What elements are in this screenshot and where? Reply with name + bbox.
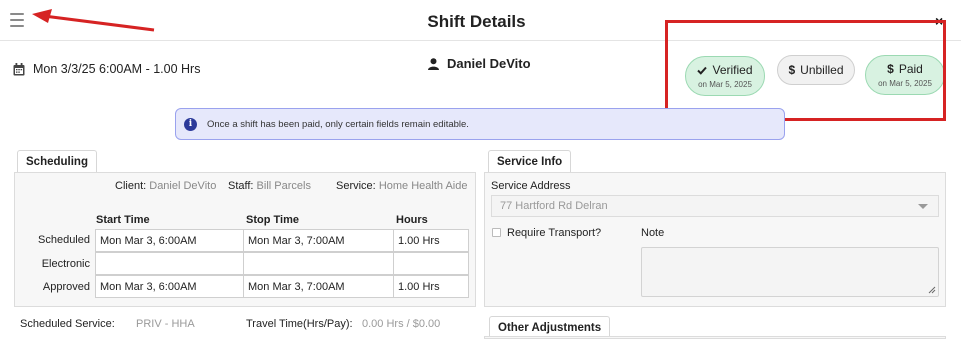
- client-name-text: Daniel DeVito: [447, 56, 531, 71]
- scheduled-hours-field[interactable]: 1.00 Hrs: [393, 229, 469, 252]
- require-transport-checkbox[interactable]: [492, 228, 501, 237]
- column-header-stop: Stop Time: [246, 214, 299, 226]
- shift-datetime-text: Mon 3/3/25 6:00AM - 1.00 Hrs: [33, 62, 201, 76]
- scheduled-stop-field[interactable]: Mon Mar 3, 7:00AM: [243, 229, 394, 252]
- note-textarea[interactable]: [641, 247, 939, 297]
- info-banner-text: Once a shift has been paid, only certain…: [207, 118, 469, 130]
- client-name: Daniel DeVito: [428, 56, 531, 71]
- column-header-hours: Hours: [396, 214, 428, 226]
- client-label: Client:: [115, 180, 147, 192]
- row-label-electronic: Electronic: [41, 258, 90, 270]
- electronic-start-field[interactable]: [95, 252, 244, 275]
- electronic-hours-field[interactable]: [393, 252, 469, 275]
- shift-datetime: Mon 3/3/25 6:00AM - 1.00 Hrs: [13, 62, 200, 76]
- client-value: Daniel DeVito: [149, 180, 217, 192]
- row-label-scheduled: Scheduled: [38, 234, 90, 246]
- electronic-stop-field[interactable]: [243, 252, 394, 275]
- note-label: Note: [641, 227, 665, 239]
- tab-service-info[interactable]: Service Info: [488, 150, 572, 173]
- tab-scheduling[interactable]: Scheduling: [17, 150, 97, 173]
- scheduled-service-label: Scheduled Service:: [20, 318, 115, 330]
- service-value: Home Health Aide: [378, 180, 468, 192]
- service-field: Service: Home Health Aide: [336, 180, 467, 192]
- row-label-approved: Approved: [42, 281, 90, 293]
- staff-field: Staff: Bill Parcels: [228, 180, 311, 192]
- approved-stop-field[interactable]: Mon Mar 3, 7:00AM: [243, 275, 394, 298]
- service-address-label: Service Address: [491, 180, 571, 192]
- service-address-value: 77 Hartford Rd Delran: [500, 200, 608, 212]
- travel-time-value: 0.00 Hrs / $0.00: [362, 318, 441, 330]
- staff-value: Bill Parcels: [256, 180, 311, 192]
- scheduled-service-value: PRIV - HHA: [136, 318, 195, 330]
- approved-start-field[interactable]: Mon Mar 3, 6:00AM: [95, 275, 244, 298]
- client-field: Client: Daniel DeVito: [115, 180, 216, 192]
- require-transport-label: Require Transport?: [507, 227, 602, 239]
- travel-time-label: Travel Time(Hrs/Pay):: [246, 318, 353, 330]
- info-icon: i: [184, 117, 197, 131]
- resize-handle-icon[interactable]: [928, 286, 936, 294]
- info-banner: i Once a shift has been paid, only certa…: [175, 108, 785, 140]
- scheduled-start-field[interactable]: Mon Mar 3, 6:00AM: [95, 229, 244, 252]
- chevron-down-icon: [918, 204, 928, 209]
- service-address-select[interactable]: 77 Hartford Rd Delran: [491, 195, 939, 217]
- red-highlight-annotation: [665, 20, 946, 121]
- service-label: Service:: [336, 180, 376, 192]
- staff-label: Staff:: [228, 180, 254, 192]
- approved-hours-field[interactable]: 1.00 Hrs: [393, 275, 469, 298]
- user-icon: [428, 57, 439, 70]
- calendar-icon: [13, 62, 25, 75]
- column-header-start: Start Time: [96, 214, 150, 226]
